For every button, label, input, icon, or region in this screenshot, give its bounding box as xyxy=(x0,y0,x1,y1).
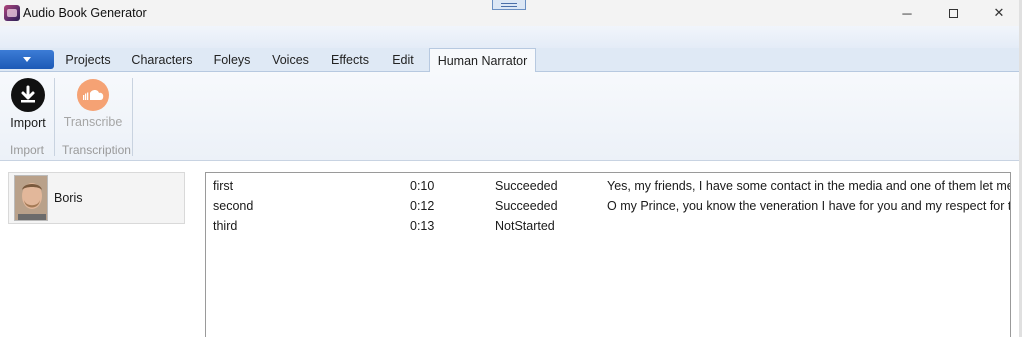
recordings-list[interactable]: first 0:10 Succeeded Yes, my friends, I … xyxy=(205,172,1011,337)
transcribe-button[interactable]: Transcribe xyxy=(63,76,123,132)
recording-duration: 0:13 xyxy=(410,219,435,233)
tab-voices[interactable]: Voices xyxy=(264,48,317,72)
app-icon xyxy=(4,5,20,21)
group-separator xyxy=(54,78,55,156)
group-label-import: Import xyxy=(10,143,45,157)
ribbon-tabs: Projects Characters Foleys Voices Effect… xyxy=(0,48,1022,73)
tab-effects[interactable]: Effects xyxy=(322,48,378,72)
minimize-button[interactable]: ─ xyxy=(884,0,930,26)
tab-foleys[interactable]: Foleys xyxy=(205,48,259,72)
recording-text: Yes, my friends, I have some contact in … xyxy=(607,179,1011,193)
maximize-button[interactable] xyxy=(930,0,976,26)
recording-status: NotStarted xyxy=(495,219,555,233)
import-button[interactable]: Import xyxy=(3,76,53,132)
narrator-name: Boris xyxy=(54,191,83,205)
quick-access-toolbar-handle[interactable] xyxy=(492,0,526,10)
recording-status: Succeeded xyxy=(495,199,558,213)
list-item[interactable]: first 0:10 Succeeded Yes, my friends, I … xyxy=(206,176,1011,196)
recording-text: O my Prince, you know the veneration I h… xyxy=(607,199,1011,213)
minimize-icon: ─ xyxy=(902,5,912,21)
ribbon-panel: Import Transcribe Import Transcription xyxy=(0,72,1022,161)
tab-characters[interactable]: Characters xyxy=(124,48,200,72)
group-label-transcription: Transcription xyxy=(62,143,131,157)
recording-name: first xyxy=(213,179,234,193)
recording-duration: 0:10 xyxy=(410,179,435,193)
import-button-label: Import xyxy=(10,116,46,130)
recording-text xyxy=(607,216,1010,236)
recording-name: second xyxy=(213,199,254,213)
close-button[interactable]: ✕ xyxy=(976,0,1022,26)
app-menu-button[interactable] xyxy=(0,50,54,69)
recording-name: third xyxy=(213,219,238,233)
tab-edit[interactable]: Edit xyxy=(383,48,423,72)
close-icon: ✕ xyxy=(993,5,1005,20)
group-separator xyxy=(132,78,133,156)
soundcloud-icon xyxy=(77,79,109,111)
tab-human-narrator[interactable]: Human Narrator xyxy=(429,48,536,73)
title-band xyxy=(0,26,1022,48)
avatar xyxy=(14,175,48,221)
chevron-down-icon xyxy=(23,57,31,62)
download-icon xyxy=(11,78,45,112)
recording-duration: 0:12 xyxy=(410,199,435,213)
list-item[interactable]: third 0:13 NotStarted xyxy=(206,216,1010,236)
transcribe-button-label: Transcribe xyxy=(63,115,123,129)
tab-projects[interactable]: Projects xyxy=(57,48,119,72)
recording-status: Succeeded xyxy=(495,179,558,193)
narrator-item[interactable]: Boris xyxy=(8,172,185,224)
window-title: Audio Book Generator xyxy=(23,6,147,20)
list-item[interactable]: second 0:12 Succeeded O my Prince, you k… xyxy=(206,196,1011,216)
maximize-icon xyxy=(948,8,958,18)
